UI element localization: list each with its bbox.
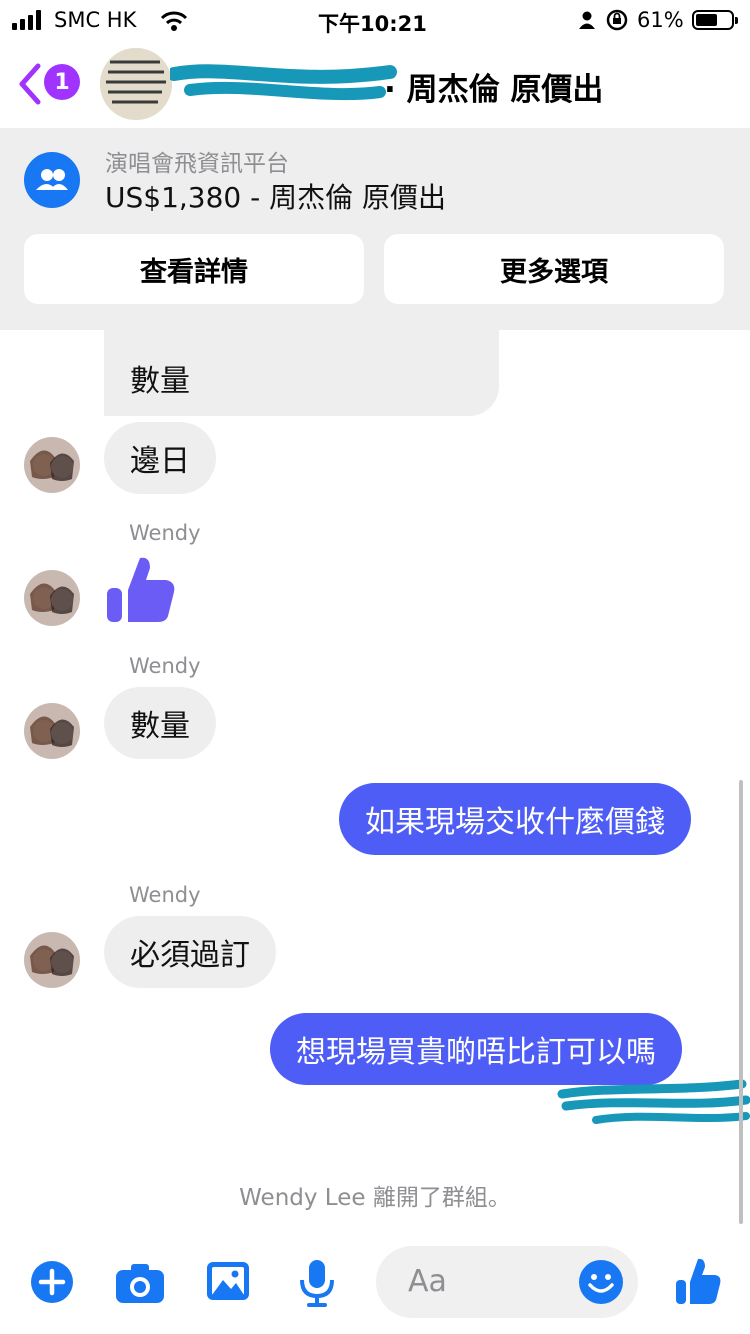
rotation-lock-icon — [606, 9, 628, 31]
group-avatar[interactable] — [100, 48, 172, 120]
avatar[interactable] — [24, 932, 80, 988]
sender-name: Wendy — [129, 521, 201, 545]
message-bubble[interactable]: 必須過訂 — [104, 916, 276, 988]
thumbs-up-icon[interactable] — [674, 1256, 722, 1306]
avatar[interactable] — [24, 703, 80, 759]
redaction-scribble — [170, 64, 397, 101]
avatar[interactable] — [24, 570, 80, 626]
group-icon-circle — [24, 152, 80, 208]
status-time: 下午10:21 — [318, 12, 427, 36]
group-name: 演唱會飛資訊平台 — [105, 151, 289, 177]
status-bar: SMC HK 下午10:21 61% — [0, 0, 750, 42]
message-bubble[interactable]: 邊日 — [104, 422, 216, 494]
carrier-label: SMC HK — [54, 8, 137, 32]
more-options-button[interactable]: 更多選項 — [384, 234, 724, 304]
my-message-bubble[interactable]: 想現場買貴啲唔比訂可以嗎 — [270, 1013, 682, 1085]
system-message: Wendy Lee 離開了群組。 — [239, 1185, 511, 1211]
signal-icon — [12, 10, 48, 30]
battery-percent: 61% — [637, 8, 684, 32]
microphone-icon[interactable] — [298, 1258, 336, 1308]
add-icon[interactable] — [30, 1260, 74, 1304]
avatar[interactable] — [24, 437, 80, 493]
message-input-placeholder: Aa — [408, 1264, 447, 1299]
emoji-icon[interactable] — [578, 1259, 624, 1305]
message-bubble[interactable]: 數量 — [104, 687, 216, 759]
battery-icon — [692, 10, 738, 30]
gallery-icon[interactable] — [205, 1260, 251, 1302]
message-list: 數量 邊日 Wendy Wendy 數量 如果現場交收什麼價錢 Wendy 必須… — [0, 310, 750, 1236]
chat-header: 1 · 周杰倫 原價出 — [0, 42, 750, 128]
listing-banner: 演唱會飛資訊平台 US$1,380 - 周杰倫 原價出 查看詳情 更多選項 — [0, 128, 750, 330]
wifi-icon — [160, 11, 188, 31]
message-input[interactable]: Aa — [376, 1246, 638, 1318]
sender-name: Wendy — [129, 883, 201, 907]
unread-badge[interactable]: 1 — [44, 64, 80, 100]
back-chevron-icon[interactable] — [16, 62, 44, 106]
people-icon — [36, 169, 68, 190]
camera-icon[interactable] — [115, 1262, 165, 1304]
group-avatar-image — [100, 48, 172, 120]
thumbs-up-icon[interactable] — [104, 552, 178, 626]
my-message-bubble[interactable]: 如果現場交收什麼價錢 — [339, 783, 691, 855]
person-icon — [579, 11, 595, 29]
redaction-scribble — [557, 1079, 750, 1124]
listing-text[interactable]: US$1,380 - 周杰倫 原價出 — [105, 176, 446, 216]
sender-name: Wendy — [129, 654, 201, 678]
composer-bar: Aa — [0, 1236, 750, 1334]
chat-title[interactable]: · 周杰倫 原價出 — [384, 64, 603, 109]
scrollbar[interactable] — [739, 780, 743, 1224]
view-details-button[interactable]: 查看詳情 — [24, 234, 364, 304]
message-bubble[interactable]: 數量 — [104, 310, 499, 416]
